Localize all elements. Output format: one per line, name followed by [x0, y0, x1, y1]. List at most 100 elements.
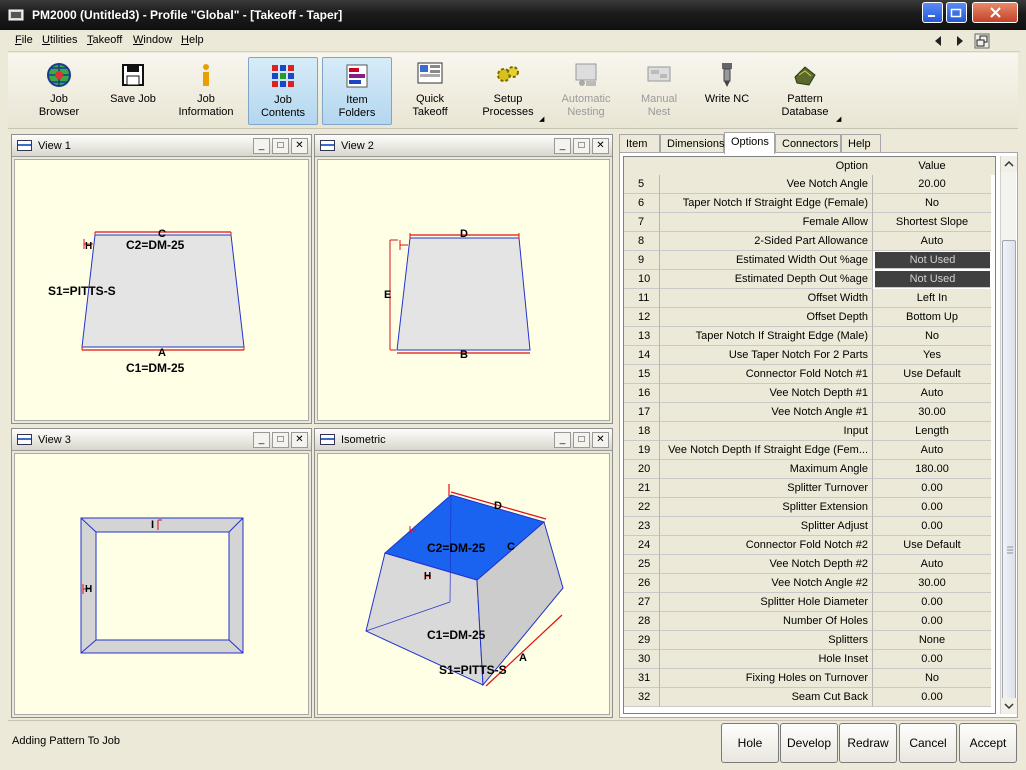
table-row[interactable]: 31 Fixing Holes on Turnover No [624, 669, 995, 688]
maximize-button[interactable] [946, 2, 967, 23]
option-value[interactable]: Yes [873, 346, 991, 365]
mdi-next-icon[interactable] [952, 33, 968, 49]
accept-button[interactable]: Accept [959, 723, 1017, 763]
minimize-view-button[interactable]: _ [554, 138, 571, 154]
option-value[interactable]: Shortest Slope [873, 213, 991, 232]
quick-takeoff-button[interactable]: Quick Takeoff [396, 57, 464, 125]
option-value[interactable]: 0.00 [873, 688, 991, 707]
table-row[interactable]: 14 Use Taper Notch For 2 Parts Yes [624, 346, 995, 365]
table-row[interactable]: 19 Vee Notch Depth If Straight Edge (Fem.… [624, 441, 995, 460]
grid-scrollbar[interactable] [1000, 156, 1017, 714]
table-row[interactable]: 13 Taper Notch If Straight Edge (Male) No [624, 327, 995, 346]
cancel-button[interactable]: Cancel [899, 723, 957, 763]
view-2-canvas[interactable]: D E B [317, 159, 610, 421]
minimize-view-button[interactable]: _ [554, 432, 571, 448]
table-row[interactable]: 7 Female Allow Shortest Slope [624, 213, 995, 232]
mdi-restore-icon[interactable] [974, 33, 990, 49]
menu-help[interactable]: Help [181, 34, 204, 46]
job-information-button[interactable]: Job Information [171, 57, 241, 125]
tab-options[interactable]: Options [724, 132, 775, 154]
option-value[interactable]: 30.00 [873, 574, 991, 593]
table-row[interactable]: 18 Input Length [624, 422, 995, 441]
menu-utilities[interactable]: Utilities [42, 34, 77, 46]
view-1-canvas[interactable]: C C2=DM-25 H S1=PITTS-S A C1=DM-25 [14, 159, 309, 421]
option-value[interactable]: 20.00 [873, 175, 991, 194]
option-value[interactable]: Use Default [873, 365, 991, 384]
scroll-thumb[interactable] [1002, 240, 1016, 700]
minimize-view-button[interactable]: _ [253, 138, 270, 154]
table-row[interactable]: 5 Vee Notch Angle 20.00 [624, 175, 995, 194]
table-row[interactable]: 29 Splitters None [624, 631, 995, 650]
hole-button[interactable]: Hole [721, 723, 779, 763]
isometric-canvas[interactable]: D C2=DM-25 C H C1=DM-25 S1=PITTS-S A [317, 453, 610, 715]
setup-processes-button[interactable]: Setup Processes ◢ [470, 57, 546, 125]
scroll-up-button[interactable] [1001, 156, 1017, 172]
table-row[interactable]: 23 Splitter Adjust 0.00 [624, 517, 995, 536]
minimize-button[interactable] [922, 2, 943, 23]
table-row[interactable]: 10 Estimated Depth Out %age Not Used [624, 270, 995, 289]
option-value[interactable]: Bottom Up [873, 308, 991, 327]
close-view-button[interactable]: ✕ [291, 432, 308, 448]
table-row[interactable]: 15 Connector Fold Notch #1 Use Default [624, 365, 995, 384]
option-value[interactable]: Left In [873, 289, 991, 308]
option-value[interactable]: 180.00 [873, 460, 991, 479]
mdi-prev-icon[interactable] [930, 33, 946, 49]
option-value[interactable]: 0.00 [873, 479, 991, 498]
table-row[interactable]: 11 Offset Width Left In [624, 289, 995, 308]
close-view-button[interactable]: ✕ [592, 138, 609, 154]
option-value[interactable]: Use Default [873, 536, 991, 555]
option-value[interactable]: No [873, 194, 991, 213]
develop-button[interactable]: Develop [780, 723, 838, 763]
table-row[interactable]: 26 Vee Notch Angle #2 30.00 [624, 574, 995, 593]
option-value[interactable]: No [873, 669, 991, 688]
option-value[interactable]: Auto [873, 384, 991, 403]
table-row[interactable]: 9 Estimated Width Out %age Not Used [624, 251, 995, 270]
table-row[interactable]: 27 Splitter Hole Diameter 0.00 [624, 593, 995, 612]
table-row[interactable]: 16 Vee Notch Depth #1 Auto [624, 384, 995, 403]
option-value[interactable]: Auto [873, 232, 991, 251]
option-value[interactable]: No [873, 327, 991, 346]
maximize-view-button[interactable]: □ [272, 432, 289, 448]
redraw-button[interactable]: Redraw [839, 723, 897, 763]
table-row[interactable]: 24 Connector Fold Notch #2 Use Default [624, 536, 995, 555]
close-view-button[interactable]: ✕ [291, 138, 308, 154]
job-contents-button[interactable]: Job Contents [248, 57, 318, 125]
item-folders-button[interactable]: Item Folders [322, 57, 392, 125]
tab-item[interactable]: Item [619, 134, 660, 153]
option-value[interactable]: 30.00 [873, 403, 991, 422]
scroll-down-button[interactable] [1001, 698, 1017, 714]
view-3-canvas[interactable]: I H [14, 453, 309, 715]
option-value[interactable]: 0.00 [873, 593, 991, 612]
option-value[interactable]: 0.00 [873, 498, 991, 517]
table-row[interactable]: 22 Splitter Extension 0.00 [624, 498, 995, 517]
table-row[interactable]: 8 2-Sided Part Allowance Auto [624, 232, 995, 251]
option-value[interactable]: None [873, 631, 991, 650]
table-row[interactable]: 12 Offset Depth Bottom Up [624, 308, 995, 327]
table-row[interactable]: 17 Vee Notch Angle #1 30.00 [624, 403, 995, 422]
tab-help[interactable]: Help [841, 134, 881, 153]
table-row[interactable]: 21 Splitter Turnover 0.00 [624, 479, 995, 498]
maximize-view-button[interactable]: □ [272, 138, 289, 154]
tab-connectors[interactable]: Connectors [775, 134, 841, 153]
menu-window[interactable]: Window [133, 34, 172, 46]
option-value[interactable]: 0.00 [873, 612, 991, 631]
pattern-database-button[interactable]: Pattern Database ◢ [770, 57, 841, 125]
table-row[interactable]: 6 Taper Notch If Straight Edge (Female) No [624, 194, 995, 213]
menu-file[interactable]: File [15, 34, 33, 46]
maximize-view-button[interactable]: □ [573, 138, 590, 154]
option-value[interactable]: Auto [873, 555, 991, 574]
tab-dimensions[interactable]: Dimensions [660, 134, 724, 153]
table-row[interactable]: 32 Seam Cut Back 0.00 [624, 688, 995, 707]
option-value[interactable]: Not Used [875, 271, 990, 288]
close-window-button[interactable] [972, 2, 1018, 23]
option-value[interactable]: Not Used [875, 252, 990, 269]
table-row[interactable]: 20 Maximum Angle 180.00 [624, 460, 995, 479]
option-value[interactable]: Length [873, 422, 991, 441]
table-row[interactable]: 25 Vee Notch Depth #2 Auto [624, 555, 995, 574]
close-view-button[interactable]: ✕ [592, 432, 609, 448]
option-value[interactable]: 0.00 [873, 650, 991, 669]
minimize-view-button[interactable]: _ [253, 432, 270, 448]
job-browser-button[interactable]: Job Browser [22, 57, 96, 125]
write-nc-button[interactable]: Write NC [698, 57, 756, 125]
menu-takeoff[interactable]: Takeoff [87, 34, 122, 46]
